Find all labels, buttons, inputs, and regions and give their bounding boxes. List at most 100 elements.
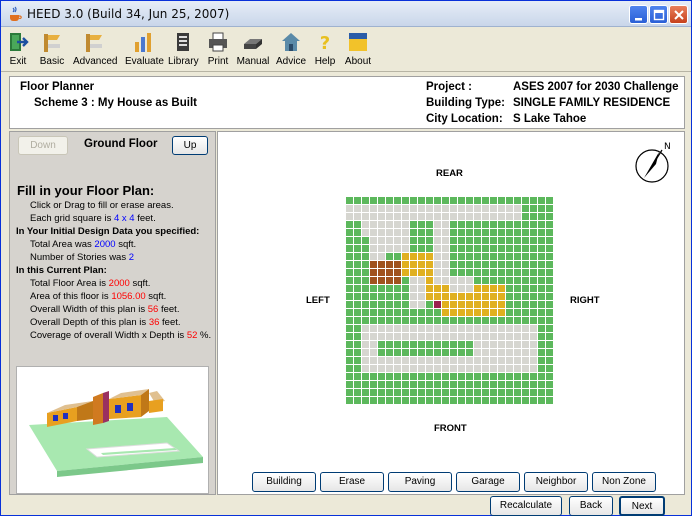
grid-cell[interactable] (538, 365, 545, 372)
grid-cell[interactable] (538, 325, 545, 332)
grid-cell[interactable] (482, 309, 489, 316)
grid-cell[interactable] (370, 317, 377, 324)
grid-cell[interactable] (458, 237, 465, 244)
grid-cell[interactable] (370, 237, 377, 244)
grid-cell[interactable] (546, 301, 553, 308)
grid-cell[interactable] (530, 269, 537, 276)
grid-cell[interactable] (418, 373, 425, 380)
grid-cell[interactable] (410, 293, 417, 300)
grid-cell[interactable] (426, 229, 433, 236)
grid-cell[interactable] (426, 245, 433, 252)
grid-cell[interactable] (434, 253, 441, 260)
grid-cell[interactable] (466, 237, 473, 244)
grid-cell[interactable] (450, 293, 457, 300)
grid-cell[interactable] (418, 333, 425, 340)
grid-cell[interactable] (434, 229, 441, 236)
grid-cell[interactable] (522, 285, 529, 292)
grid-cell[interactable] (466, 269, 473, 276)
grid-cell[interactable] (458, 365, 465, 372)
grid-cell[interactable] (354, 365, 361, 372)
grid-cell[interactable] (418, 197, 425, 204)
grid-cell[interactable] (482, 293, 489, 300)
grid-cell[interactable] (522, 365, 529, 372)
grid-cell[interactable] (530, 381, 537, 388)
grid-cell[interactable] (402, 397, 409, 404)
grid-cell[interactable] (514, 237, 521, 244)
grid-cell[interactable] (418, 285, 425, 292)
grid-cell[interactable] (434, 221, 441, 228)
grid-cell[interactable] (458, 197, 465, 204)
up-floor-button[interactable]: Up (172, 136, 208, 155)
grid-cell[interactable] (530, 325, 537, 332)
grid-cell[interactable] (506, 237, 513, 244)
grid-cell[interactable] (538, 373, 545, 380)
grid-cell[interactable] (482, 261, 489, 268)
grid-cell[interactable] (410, 213, 417, 220)
grid-cell[interactable] (394, 381, 401, 388)
grid-cell[interactable] (482, 285, 489, 292)
grid-cell[interactable] (474, 357, 481, 364)
grid-cell[interactable] (362, 229, 369, 236)
grid-cell[interactable] (370, 197, 377, 204)
grid-cell[interactable] (450, 325, 457, 332)
grid-cell[interactable] (402, 325, 409, 332)
grid-cell[interactable] (482, 333, 489, 340)
grid-cell[interactable] (346, 197, 353, 204)
grid-cell[interactable] (522, 277, 529, 284)
grid-cell[interactable] (450, 229, 457, 236)
grid-cell[interactable] (354, 397, 361, 404)
grid-cell[interactable] (546, 269, 553, 276)
grid-cell[interactable] (538, 381, 545, 388)
grid-cell[interactable] (458, 253, 465, 260)
grid-cell[interactable] (442, 245, 449, 252)
grid-cell[interactable] (546, 349, 553, 356)
grid-cell[interactable] (434, 341, 441, 348)
grid-cell[interactable] (482, 381, 489, 388)
grid-cell[interactable] (418, 277, 425, 284)
grid-cell[interactable] (458, 333, 465, 340)
grid-cell[interactable] (498, 261, 505, 268)
grid-cell[interactable] (410, 285, 417, 292)
grid-cell[interactable] (458, 325, 465, 332)
grid-cell[interactable] (546, 365, 553, 372)
grid-cell[interactable] (346, 245, 353, 252)
grid-cell[interactable] (402, 317, 409, 324)
grid-cell[interactable] (378, 213, 385, 220)
grid-cell[interactable] (394, 317, 401, 324)
grid-cell[interactable] (426, 277, 433, 284)
grid-cell[interactable] (354, 213, 361, 220)
grid-cell[interactable] (498, 253, 505, 260)
grid-cell[interactable] (378, 349, 385, 356)
grid-cell[interactable] (394, 341, 401, 348)
grid-cell[interactable] (514, 357, 521, 364)
grid-cell[interactable] (474, 229, 481, 236)
grid-cell[interactable] (394, 373, 401, 380)
grid-cell[interactable] (482, 237, 489, 244)
grid-cell[interactable] (506, 221, 513, 228)
grid-cell[interactable] (354, 357, 361, 364)
grid-cell[interactable] (458, 397, 465, 404)
grid-cell[interactable] (346, 373, 353, 380)
grid-cell[interactable] (418, 237, 425, 244)
grid-cell[interactable] (402, 237, 409, 244)
grid-cell[interactable] (482, 317, 489, 324)
grid-cell[interactable] (458, 261, 465, 268)
grid-cell[interactable] (546, 341, 553, 348)
grid-cell[interactable] (458, 221, 465, 228)
grid-cell[interactable] (490, 373, 497, 380)
next-button[interactable]: Next (619, 496, 665, 516)
grid-cell[interactable] (506, 357, 513, 364)
grid-cell[interactable] (450, 389, 457, 396)
grid-cell[interactable] (474, 333, 481, 340)
grid-cell[interactable] (458, 213, 465, 220)
grid-cell[interactable] (498, 301, 505, 308)
grid-cell[interactable] (538, 237, 545, 244)
grid-cell[interactable] (474, 221, 481, 228)
grid-cell[interactable] (506, 261, 513, 268)
grid-cell[interactable] (546, 333, 553, 340)
grid-cell[interactable] (482, 269, 489, 276)
grid-cell[interactable] (354, 285, 361, 292)
grid-cell[interactable] (498, 229, 505, 236)
grid-cell[interactable] (466, 261, 473, 268)
grid-cell[interactable] (370, 229, 377, 236)
